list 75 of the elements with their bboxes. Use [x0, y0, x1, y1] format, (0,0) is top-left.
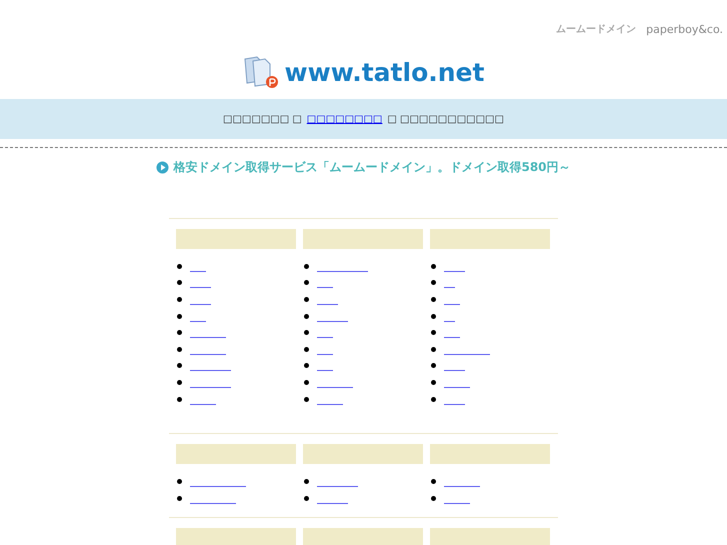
banner-link[interactable]: 格安ドメイン取得サービス「ムームードメイン」。ドメイン取得580円～: [173, 159, 571, 176]
bullet-icon: [304, 314, 309, 319]
brand-logo[interactable]: ムームードメイン: [556, 22, 636, 36]
link-underline[interactable]: [317, 370, 333, 372]
bullet-icon: [177, 264, 182, 269]
link-underline[interactable]: [444, 320, 455, 322]
link-underline[interactable]: [444, 502, 470, 504]
link-underline[interactable]: [444, 404, 465, 405]
link-underline[interactable]: [190, 270, 206, 272]
bullet-icon: [177, 496, 182, 501]
bullet-icon: [431, 363, 436, 368]
bullet-icon: [177, 314, 182, 319]
bullet-icon: [431, 396, 436, 402]
link-underline[interactable]: [444, 486, 480, 488]
bullet-icon: [177, 380, 182, 385]
link-underline[interactable]: [444, 337, 460, 338]
bullet-icon: [304, 296, 309, 302]
link-underline[interactable]: [444, 287, 455, 288]
bullet-icon: [304, 496, 309, 501]
bullet-icon: [304, 330, 309, 336]
link-underline[interactable]: [317, 320, 348, 322]
link-underline[interactable]: [190, 502, 236, 504]
bullet-icon: [304, 346, 309, 352]
link-underline[interactable]: [444, 386, 470, 388]
link-underline[interactable]: [190, 386, 231, 388]
link-underline[interactable]: [190, 370, 231, 372]
link-underline[interactable]: [317, 486, 358, 488]
documents-icon: [242, 55, 281, 89]
link-underline[interactable]: [190, 304, 211, 305]
link-underline[interactable]: [444, 304, 460, 305]
link-underline[interactable]: [190, 287, 211, 288]
site-title: www.tatlo.net: [284, 58, 484, 86]
link-underline[interactable]: [317, 502, 348, 504]
link-underline[interactable]: [444, 354, 490, 355]
bullet-icon: [431, 330, 436, 336]
bullet-icon: [431, 296, 436, 302]
bullet-icon: [304, 479, 309, 484]
notice-link[interactable]: □□□□□□□□: [306, 114, 382, 124]
bullet-icon: [177, 346, 182, 352]
bullet-icon: [177, 330, 182, 336]
bullet-icon: [304, 363, 309, 368]
link-underline[interactable]: [317, 386, 353, 388]
bullet-icon: [177, 363, 182, 368]
bullet-icon: [177, 479, 182, 484]
link-underline[interactable]: [190, 320, 206, 322]
link-underline[interactable]: [317, 354, 333, 355]
link-underline[interactable]: [444, 270, 465, 272]
link-underline[interactable]: [190, 404, 216, 405]
bullet-icon: [431, 479, 436, 484]
link-underline[interactable]: [190, 354, 226, 355]
bullet-icon: [431, 264, 436, 269]
link-underline[interactable]: [317, 337, 333, 338]
bullet-icon: [304, 280, 309, 286]
link-underline[interactable]: [317, 270, 368, 272]
bullet-icon: [304, 396, 309, 402]
bullet-icon: [177, 296, 182, 302]
play-icon: [156, 161, 170, 174]
link-underline[interactable]: [317, 404, 343, 405]
bullet-icon: [304, 380, 309, 385]
bullet-icon: [431, 314, 436, 319]
notice-text: □ □□□□□□□□□□□: [387, 114, 504, 124]
bullet-icon: [431, 380, 436, 385]
bullet-icon: [304, 264, 309, 269]
link-underline[interactable]: [444, 370, 465, 372]
link-underline[interactable]: [190, 486, 246, 488]
bullet-icon: [177, 280, 182, 286]
link-underline[interactable]: [317, 287, 333, 288]
bullet-icon: [431, 496, 436, 501]
link-underline[interactable]: [317, 304, 338, 305]
bullet-icon: [431, 280, 436, 286]
link-underline[interactable]: [190, 337, 226, 338]
bullet-icon: [177, 396, 182, 402]
notice-text: □□□□□□□ □: [223, 114, 302, 124]
company-logo[interactable]: paperboy&co.: [646, 22, 723, 36]
bullet-icon: [431, 346, 436, 352]
